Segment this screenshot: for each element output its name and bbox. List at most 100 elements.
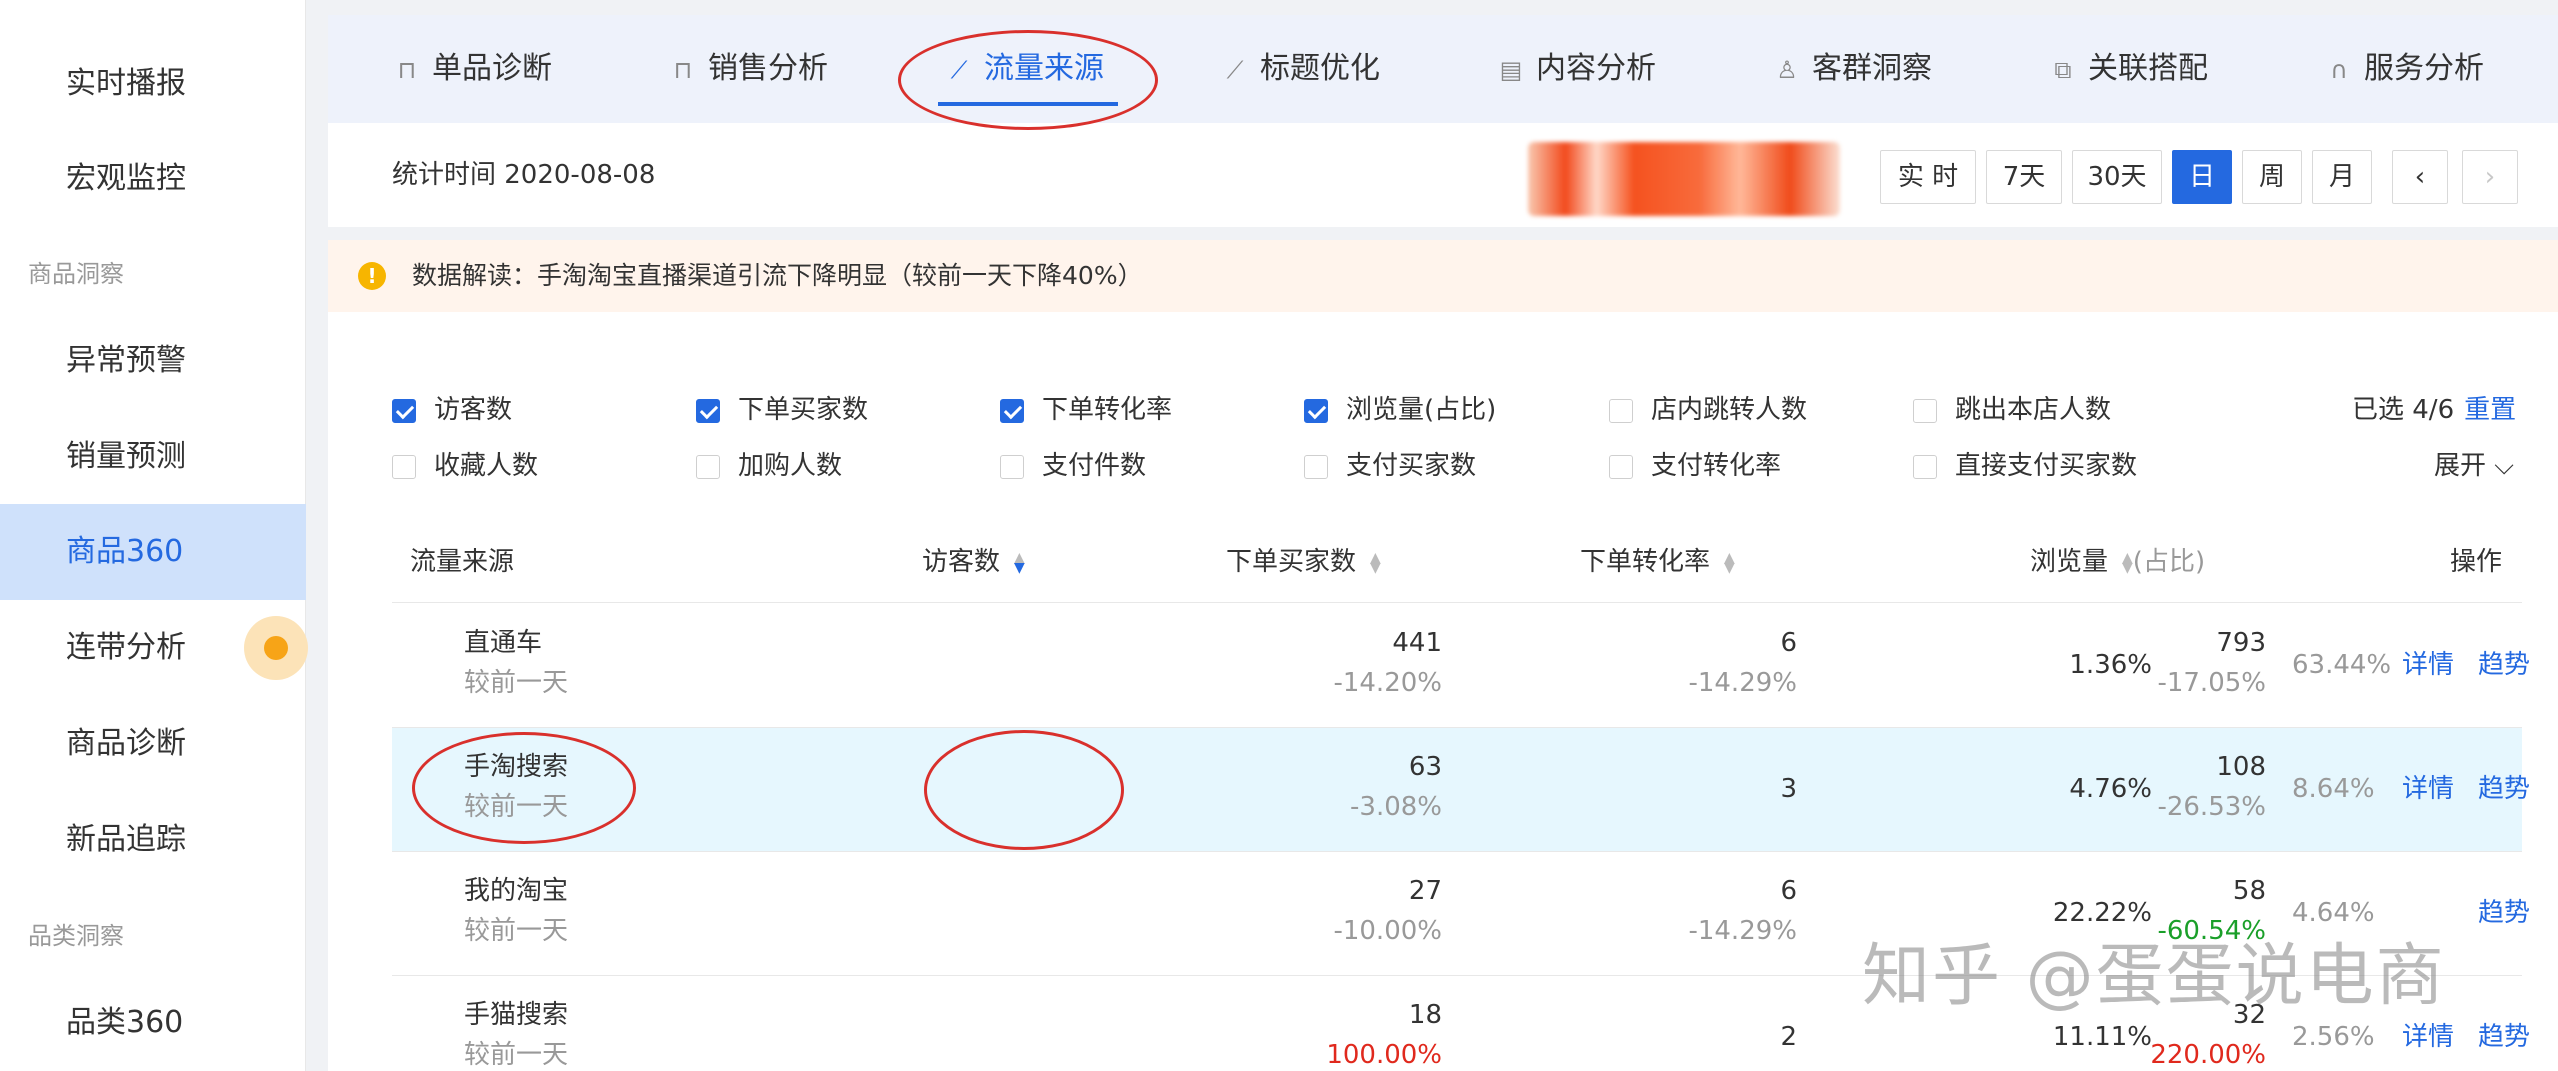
pageviews-ratio: 63.44% <box>2292 650 2392 680</box>
bag-icon: ⊓ <box>397 56 417 84</box>
header-pageviews[interactable]: 浏览量 ▲ ▼ (占比) <box>2030 542 2205 582</box>
time-btn-month[interactable]: 月 <box>2312 150 2372 204</box>
time-btn-7days[interactable]: 7天 <box>1986 150 2062 204</box>
tab-title-optimization[interactable]: ⟋ 标题优化 <box>1222 15 1380 123</box>
data-insight-notice: ! 数据解读：手淘淘宝直播渠道引流下降明显（较前一天下降40%） <box>328 240 2558 312</box>
selected-count: 已选 4/6 重置 <box>2352 395 2517 425</box>
trend-link[interactable]: 趋势 <box>2478 1020 2530 1054</box>
buyers-value: 6 <box>1780 628 1797 658</box>
active-tab-indicator <box>938 102 1118 106</box>
visitors-delta: 100.00% <box>1326 1040 1442 1070</box>
metric-checkbox-direct-paid-buyers[interactable]: 直接支付买家数 <box>1913 446 2153 486</box>
source-name: 手淘搜索 <box>464 752 569 782</box>
tab-sales-analysis[interactable]: ⊓ 销售分析 <box>670 15 828 123</box>
tab-single-diagnosis[interactable]: ⊓ 单品诊断 <box>394 15 552 123</box>
pageviews-value: 58 <box>2232 876 2266 906</box>
floating-assistant-dot[interactable] <box>244 616 308 680</box>
detail-link[interactable]: 详情 <box>2402 1020 2454 1054</box>
sort-icon[interactable]: ▲ ▼ <box>1724 551 1735 575</box>
metric-checkbox-add-to-cart[interactable]: 加购人数 <box>696 446 896 486</box>
sidebar-item-anomaly-alert[interactable]: 异常预警 <box>0 313 306 409</box>
bag-icon: ⊓ <box>673 56 693 84</box>
header-order-conversion[interactable]: 下单转化率 ▲ ▼ <box>1580 542 1735 582</box>
sidebar-item-realtime[interactable]: 实时播报 <box>0 36 306 132</box>
trend-link[interactable]: 趋势 <box>2478 896 2530 930</box>
chevron-right-icon[interactable]: › <box>2462 150 2518 204</box>
visitors-delta: -10.00% <box>1333 916 1442 946</box>
sidebar-group-category-insight: 品类洞察 <box>28 922 124 950</box>
expand-toggle[interactable]: 展开 ⌵ <box>2434 446 2514 486</box>
header-visitors[interactable]: 访客数 ▲ ▼ <box>922 542 1025 582</box>
metric-checkbox-in-store-jumps[interactable]: 店内跳转人数 <box>1609 390 1849 430</box>
time-btn-day[interactable]: 日 <box>2172 150 2232 204</box>
visitors-delta: -14.20% <box>1333 668 1442 698</box>
line-chart-icon: ⟋ <box>1226 56 1244 84</box>
pageviews-ratio: 2.56% <box>2292 1022 2375 1052</box>
source-name: 直通车 <box>464 628 543 658</box>
source-name: 我的淘宝 <box>464 876 569 906</box>
time-btn-30days[interactable]: 30天 <box>2072 150 2162 204</box>
warning-icon: ! <box>358 262 386 290</box>
pageviews-value: 793 <box>2216 628 2266 658</box>
pageviews-value: 108 <box>2216 752 2266 782</box>
pageviews-delta: 220.00% <box>2150 1040 2266 1070</box>
sidebar: 实时播报 宏观监控 商品洞察 异常预警 销量预测 商品360 连带分析 商品诊断… <box>0 0 308 1071</box>
document-icon: ▤ <box>1499 56 1523 84</box>
metric-checkbox-pay-conversion[interactable]: 支付转化率 <box>1609 446 1829 486</box>
pageviews-ratio: 8.64% <box>2292 774 2375 804</box>
line-chart-icon: ⟋ <box>950 56 968 84</box>
buyers-value: 2 <box>1780 1022 1797 1052</box>
compare-label: 较前一天 <box>464 792 569 822</box>
detail-link[interactable]: 详情 <box>2402 648 2454 682</box>
table-row: 直通车 较前一天 441 -14.20% 6 -14.29% 1.36% 793… <box>392 604 2530 727</box>
header-traffic-source: 流量来源 <box>410 547 515 577</box>
header-actions: 操作 <box>2450 547 2503 577</box>
tab-traffic-source[interactable]: ⟋ 流量来源 <box>946 15 1104 123</box>
trend-link[interactable]: 趋势 <box>2478 648 2530 682</box>
source-name: 手猫搜索 <box>464 1000 569 1030</box>
sidebar-item-product-360[interactable]: 商品360 <box>0 504 306 600</box>
metric-checkbox-order-buyers[interactable]: 下单买家数 <box>696 390 916 430</box>
pageviews-delta: -26.53% <box>2157 792 2266 822</box>
metric-checkbox-visitors[interactable]: 访客数 <box>392 390 592 430</box>
compare-label: 较前一天 <box>464 668 569 698</box>
metric-checkbox-paid-items[interactable]: 支付件数 <box>1000 446 1200 486</box>
sort-icon[interactable]: ▲ ▼ <box>2122 551 2133 575</box>
redacted-shop-name <box>1528 142 1840 216</box>
metric-checkbox-paid-buyers[interactable]: 支付买家数 <box>1304 446 1524 486</box>
buyers-value: 3 <box>1780 774 1797 804</box>
pageviews-delta: -17.05% <box>2157 668 2266 698</box>
reset-link[interactable]: 重置 <box>2464 395 2516 425</box>
tab-related-matching[interactable]: ⧉ 关联搭配 <box>2050 15 2208 123</box>
sidebar-item-product-diagnosis[interactable]: 商品诊断 <box>0 696 306 792</box>
chevron-left-icon[interactable]: ‹ <box>2392 150 2448 204</box>
sort-icon[interactable]: ▲ ▼ <box>1370 551 1381 575</box>
visitors-value: 63 <box>1408 752 1442 782</box>
visitors-value: 18 <box>1408 1000 1442 1030</box>
sidebar-item-category-360[interactable]: 品类360 <box>0 975 306 1071</box>
sidebar-item-new-product-tracking[interactable]: 新品追踪 <box>0 792 306 888</box>
sidebar-item-sales-forecast[interactable]: 销量预测 <box>0 409 306 505</box>
sidebar-item-macro-monitor[interactable]: 宏观监控 <box>0 131 306 227</box>
visitors-delta: -3.08% <box>1350 792 1442 822</box>
tab-content-analysis[interactable]: ▤ 内容分析 <box>1498 15 1656 123</box>
sort-icon[interactable]: ▲ ▼ <box>1014 551 1025 575</box>
chevron-down-icon: ⌵ <box>2494 451 2514 481</box>
visitors-value: 27 <box>1408 876 1442 906</box>
metric-checkbox-order-conversion[interactable]: 下单转化率 <box>1000 390 1220 430</box>
tab-service-analysis[interactable]: ∩ 服务分析 <box>2326 15 2484 123</box>
time-btn-week[interactable]: 周 <box>2242 150 2302 204</box>
users-icon: ♙ <box>1776 56 1798 84</box>
trend-link[interactable]: 趋势 <box>2478 772 2530 806</box>
metric-checkbox-bounce-users[interactable]: 跳出本店人数 <box>1913 390 2153 430</box>
link-icon: ⧉ <box>2054 56 2072 84</box>
metric-checkbox-pageviews[interactable]: 浏览量(占比) <box>1304 390 1544 430</box>
tab-customer-insight[interactable]: ♙ 客群洞察 <box>1774 15 1932 123</box>
top-tab-bar: ⊓ 单品诊断 ⊓ 销售分析 ⟋ 流量来源 ⟋ 标题优化 ▤ 内容分析 ♙ 客群洞察 ⧉ 关联搭… <box>328 15 2558 123</box>
detail-link[interactable]: 详情 <box>2402 772 2454 806</box>
metric-checkbox-favorites[interactable]: 收藏人数 <box>392 446 592 486</box>
notice-text: 数据解读：手淘淘宝直播渠道引流下降明显（较前一天下降40%） <box>412 261 1143 290</box>
header-order-buyers[interactable]: 下单买家数 ▲ ▼ <box>1226 542 1381 582</box>
time-btn-realtime[interactable]: 实 时 <box>1880 150 1976 204</box>
watermark-text: 知乎 @蛋蛋说电商 <box>1862 937 2446 1016</box>
